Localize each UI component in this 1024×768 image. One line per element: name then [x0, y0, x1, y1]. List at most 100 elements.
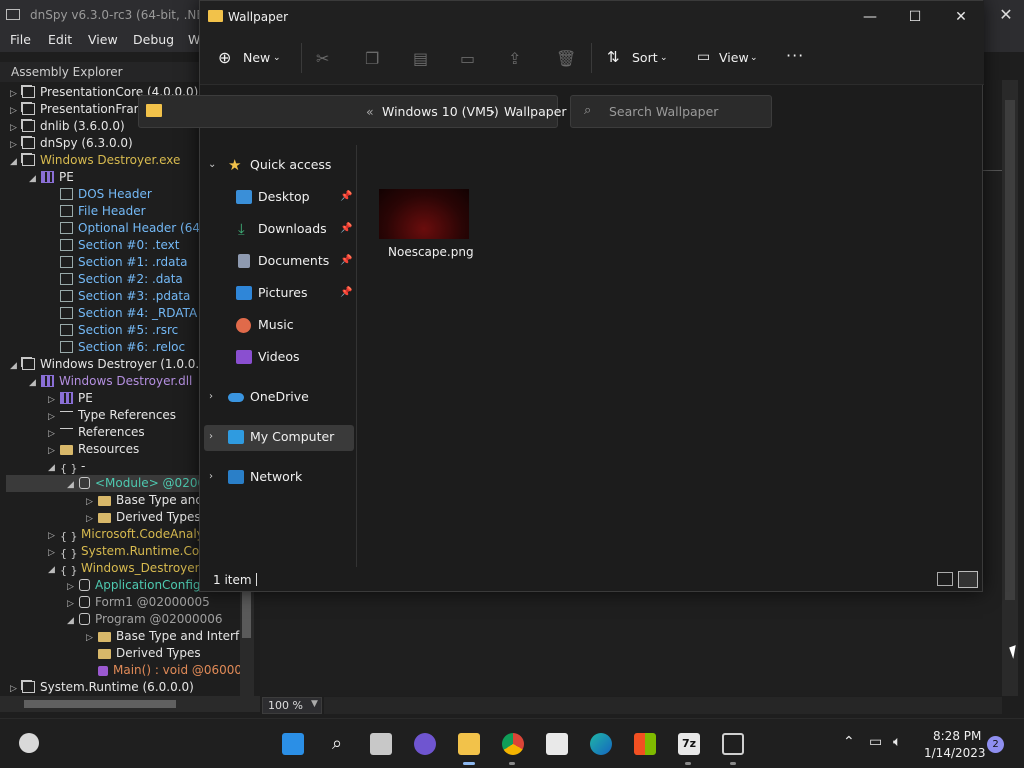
tiles-view-button[interactable]	[958, 571, 978, 588]
tree-node[interactable]: ▷ dnSpy (6.3.0.0)	[10, 135, 133, 152]
share-icon[interactable]: ⇪	[508, 49, 521, 68]
chevron-down-icon[interactable]: ⌄	[208, 152, 216, 178]
tree-node[interactable]: Main() : void @060000	[86, 662, 240, 679]
search-input[interactable]: Search Wallpaper	[570, 95, 772, 128]
close-button[interactable]: ✕	[938, 1, 984, 33]
explorer-titlebar[interactable]: Wallpaper — ☐ ✕	[200, 1, 984, 33]
expanded-arrow-icon[interactable]: ◢	[67, 477, 77, 494]
tree-node[interactable]: Optional Header (64-b	[48, 220, 212, 237]
delete-icon[interactable]: 🗑	[556, 49, 576, 68]
chat-icon[interactable]	[414, 733, 436, 755]
chevron-down-icon[interactable]: ⌄	[750, 53, 758, 63]
menu-view[interactable]: View	[88, 32, 118, 47]
tree-node[interactable]: Section #4: _RDATA	[48, 305, 197, 322]
nav-item-my-computer[interactable]: My Computer	[228, 424, 353, 450]
network-tray-icon[interactable]: ▭	[869, 734, 882, 750]
tree-node[interactable]: Section #2: .data	[48, 271, 183, 288]
tree-node[interactable]: Section #6: .reloc	[48, 339, 185, 356]
task-view-icon[interactable]	[370, 733, 392, 755]
tree-node[interactable]: ▷{ } System.Runtime.Com	[48, 543, 211, 560]
nav-item-music[interactable]: Music	[236, 312, 356, 338]
tree-node[interactable]: File Header	[48, 203, 146, 220]
expanded-arrow-icon[interactable]: ◢	[67, 613, 77, 630]
expanded-arrow-icon[interactable]: ◢	[29, 171, 39, 188]
chevron-right-icon[interactable]: ›	[209, 464, 213, 490]
chevron-right-icon[interactable]: ›	[209, 424, 213, 450]
tree-node[interactable]: DOS Header	[48, 186, 152, 203]
breadcrumb-segment-wallpaper[interactable]: Wallpaper	[504, 104, 567, 119]
collapsed-arrow-icon[interactable]: ▷	[10, 681, 20, 696]
tree-node[interactable]: ▷ Base Type and	[86, 492, 203, 509]
expanded-arrow-icon[interactable]: ◢	[48, 562, 58, 579]
tree-node[interactable]: ◢ Windows Destroyer.dll	[29, 373, 192, 390]
tree-node[interactable]: ◢ Windows Destroyer.exe	[10, 152, 180, 169]
editor-vertical-scroll-thumb[interactable]	[1005, 100, 1015, 600]
nav-item-network[interactable]: Network	[228, 464, 353, 490]
menu-file[interactable]: File	[10, 32, 31, 47]
tree-node[interactable]: Section #5: .rsrc	[48, 322, 178, 339]
tree-node[interactable]: Section #1: .rdata	[48, 254, 188, 271]
pin-icon[interactable]: 📌	[340, 280, 352, 306]
sort-button[interactable]: Sort	[632, 50, 658, 65]
tree-node[interactable]: ▷ References	[48, 424, 145, 441]
nav-item-documents[interactable]: Documents 📌	[236, 248, 356, 274]
tree-node[interactable]: Section #3: .pdata	[48, 288, 190, 305]
pin-icon[interactable]: 📌	[340, 216, 352, 242]
tree-node[interactable]: ▷ Type References	[48, 407, 176, 424]
nav-item-videos[interactable]: Videos	[236, 344, 356, 370]
file-explorer-icon[interactable]	[458, 733, 480, 755]
chevron-down-icon[interactable]: ▼	[311, 699, 318, 709]
chevron-down-icon[interactable]: ⌄	[660, 53, 668, 63]
details-view-button[interactable]	[937, 572, 953, 586]
clock-time[interactable]: 8:28 PM	[933, 729, 981, 743]
search-icon[interactable]: ⌕	[326, 733, 348, 755]
notification-badge[interactable]: 2	[987, 736, 1004, 753]
dnspy-close-button[interactable]: ✕	[994, 4, 1018, 26]
tree-node[interactable]: ▷ ApplicationConfig	[67, 577, 201, 594]
7zip-icon[interactable]: 7z	[678, 733, 700, 755]
nav-item-pictures[interactable]: Pictures 📌	[236, 280, 356, 306]
tree-node[interactable]: ◢{ } Windows_Destroyer	[48, 560, 200, 577]
maximize-button[interactable]: ☐	[892, 1, 938, 33]
edge-icon[interactable]	[590, 733, 612, 755]
nav-item-downloads[interactable]: ⤓ Downloads 📌	[236, 216, 356, 242]
expanded-arrow-icon[interactable]: ◢	[10, 154, 20, 171]
tree-node[interactable]: ◢ Program @02000006	[67, 611, 223, 628]
pin-icon[interactable]: 📌	[340, 184, 352, 210]
nav-pane-divider[interactable]	[356, 145, 357, 567]
paste-icon[interactable]: ▤	[413, 49, 428, 68]
tree-node[interactable]: ▷ dnlib (3.6.0.0)	[10, 118, 125, 135]
tree-node[interactable]: ◢ <Module> @02000	[67, 475, 213, 492]
new-button[interactable]: New	[243, 50, 270, 65]
expanded-arrow-icon[interactable]: ◢	[29, 375, 39, 392]
weather-icon[interactable]	[19, 733, 39, 753]
pin-icon[interactable]: 📌	[340, 248, 352, 274]
tree-node[interactable]: Section #0: .text	[48, 237, 179, 254]
volume-icon[interactable]: 🔈︎	[893, 734, 901, 750]
expanded-arrow-icon[interactable]: ◢	[10, 358, 20, 375]
menu-edit[interactable]: Edit	[48, 32, 72, 47]
dnspy-taskbar-icon[interactable]	[722, 733, 744, 755]
copy-icon[interactable]: ❐	[365, 49, 379, 68]
chrome-icon[interactable]	[502, 733, 524, 755]
expanded-arrow-icon[interactable]: ◢	[48, 460, 58, 477]
menu-debug[interactable]: Debug	[133, 32, 174, 47]
rename-icon[interactable]: ▭	[460, 49, 475, 68]
nav-item-desktop[interactable]: Desktop 📌	[236, 184, 356, 210]
tree-node[interactable]: ▷ Form1 @02000005	[67, 594, 210, 611]
tree-node[interactable]: ▷ Base Type and Interfac	[86, 628, 240, 645]
tree-node[interactable]: ▷ System.Runtime (6.0.0.0)	[10, 679, 194, 696]
start-windows-icon[interactable]	[282, 733, 304, 755]
chevron-up-icon[interactable]: ⌃	[843, 734, 855, 750]
tree-node[interactable]: ◢ Windows Destroyer (1.0.0.0)	[10, 356, 212, 373]
notepad-icon[interactable]	[546, 733, 568, 755]
file-item[interactable]: Noescape.png	[376, 186, 476, 266]
minimize-button[interactable]: —	[847, 1, 893, 33]
tree-node[interactable]: ◢ PE	[29, 169, 74, 186]
tree-node[interactable]: ▷ PE	[48, 390, 93, 407]
view-button[interactable]: View	[719, 50, 749, 65]
editor-horizontal-scrollbar[interactable]	[324, 697, 1002, 714]
tree-node[interactable]: Derived Types	[86, 645, 201, 662]
tree-node[interactable]: ▷ Derived Types	[86, 509, 201, 526]
tree-node[interactable]: ▷{ } Microsoft.CodeAnalys	[48, 526, 210, 543]
